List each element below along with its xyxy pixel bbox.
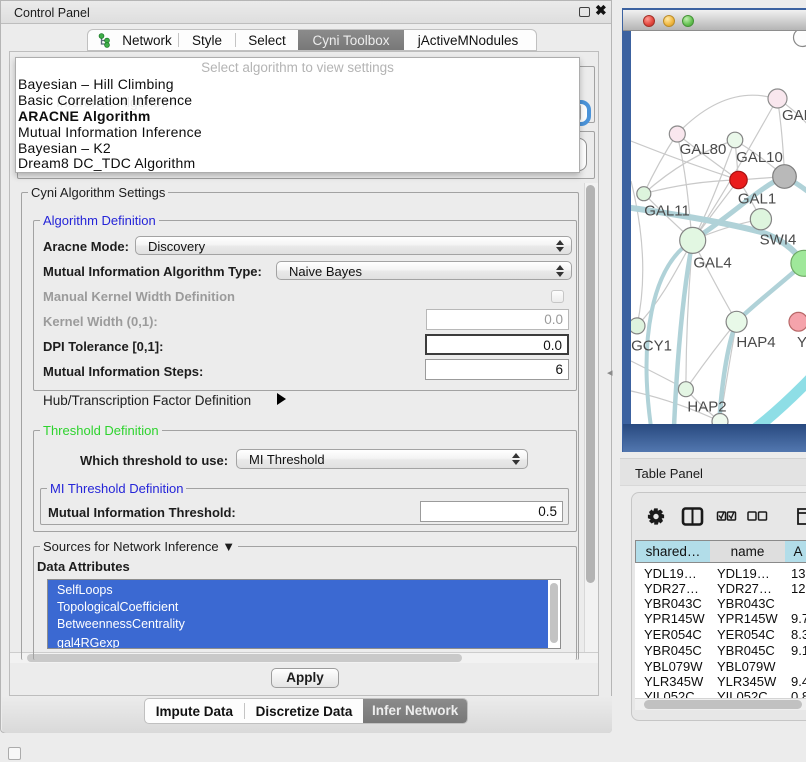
svg-text:SWI4: SWI4 — [760, 232, 797, 249]
svg-text:YJL: YJL — [797, 334, 806, 351]
svg-text:HAP2: HAP2 — [687, 399, 726, 416]
svg-text:GAL11: GAL11 — [644, 203, 690, 220]
svg-text:GAL10: GAL10 — [736, 149, 783, 166]
svg-text:HAP4: HAP4 — [736, 334, 775, 351]
svg-text:GAL4: GAL4 — [693, 255, 731, 272]
svg-text:GAL7: GAL7 — [782, 107, 806, 124]
svg-text:GAL80: GAL80 — [680, 141, 727, 158]
svg-text:GAL1: GAL1 — [738, 191, 776, 208]
svg-text:GCY1: GCY1 — [631, 338, 672, 355]
